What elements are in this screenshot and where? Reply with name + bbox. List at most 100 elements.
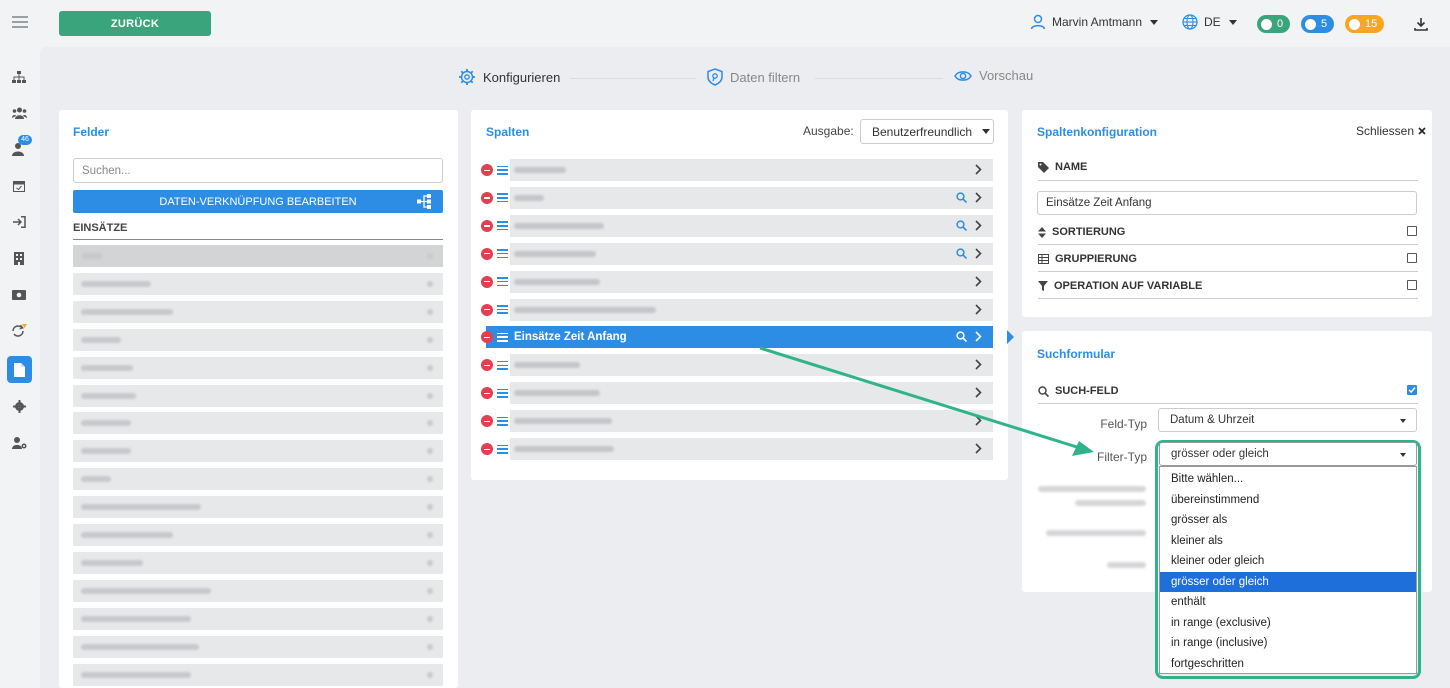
back-button[interactable]: ZURÜCK	[59, 11, 211, 36]
column-item[interactable]	[480, 270, 993, 293]
name-input[interactable]	[1037, 191, 1417, 215]
field-list-item[interactable]	[73, 272, 443, 295]
search-icon[interactable]	[956, 248, 968, 262]
filter-type-select[interactable]: grösser oder gleich	[1159, 442, 1417, 466]
group-checkbox[interactable]	[1407, 253, 1417, 263]
dropdown-option[interactable]: grösser als	[1160, 510, 1416, 530]
sitemap-icon[interactable]	[11, 69, 27, 85]
warnings-badge[interactable]: 15	[1345, 15, 1385, 33]
field-list-item[interactable]	[73, 384, 443, 407]
step-filter[interactable]: Daten filtern	[707, 68, 800, 86]
dropdown-option[interactable]: in range (inclusive)	[1160, 633, 1416, 653]
drag-handle-icon[interactable]	[497, 360, 508, 370]
dropdown-option[interactable]: kleiner als	[1160, 531, 1416, 551]
column-item-active[interactable]: Einsätze Zeit Anfang	[480, 326, 993, 348]
column-bar[interactable]	[510, 354, 993, 377]
search-icon[interactable]	[956, 331, 968, 345]
search-field-checkbox[interactable]	[1407, 385, 1417, 395]
chevron-right-icon[interactable]	[975, 415, 982, 429]
gear-icon[interactable]	[11, 398, 27, 414]
calendar-icon[interactable]	[11, 178, 27, 194]
field-list-item[interactable]	[73, 468, 443, 491]
drag-handle-icon[interactable]	[497, 305, 508, 314]
chevron-right-icon[interactable]	[975, 443, 982, 457]
building-icon[interactable]	[11, 250, 27, 266]
dropdown-option[interactable]: grösser oder gleich	[1160, 571, 1416, 592]
remove-icon[interactable]	[481, 164, 493, 176]
chevron-right-icon[interactable]	[975, 220, 982, 234]
drag-handle-icon[interactable]	[497, 165, 508, 175]
remove-icon[interactable]	[481, 415, 493, 428]
chevron-right-icon[interactable]	[975, 164, 982, 178]
column-bar[interactable]	[510, 159, 993, 181]
notifications-badge[interactable]: 5	[1301, 15, 1335, 33]
chevron-right-icon[interactable]	[975, 359, 982, 373]
step-configure[interactable]: Konfigurieren	[458, 68, 560, 86]
dropdown-option[interactable]: übereinstimmend	[1160, 490, 1416, 510]
remove-icon[interactable]	[481, 443, 493, 455]
column-bar[interactable]	[510, 382, 993, 405]
messages-badge[interactable]: 0	[1257, 15, 1291, 33]
column-item[interactable]	[480, 410, 993, 433]
remove-icon[interactable]	[481, 219, 493, 232]
column-item[interactable]	[480, 298, 993, 321]
column-item[interactable]	[480, 438, 993, 460]
column-item[interactable]	[480, 242, 993, 265]
close-button[interactable]: Schliessen	[1356, 124, 1426, 138]
operation-checkbox[interactable]	[1407, 280, 1417, 290]
column-bar[interactable]	[510, 438, 993, 460]
dropdown-option[interactable]: Bitte wählen...	[1160, 469, 1416, 489]
fields-search-input[interactable]	[73, 158, 443, 183]
chevron-right-icon[interactable]	[975, 276, 982, 290]
column-item[interactable]	[480, 186, 993, 209]
field-list-item[interactable]	[73, 412, 443, 435]
chevron-right-icon[interactable]	[975, 387, 982, 401]
drag-handle-icon[interactable]	[497, 249, 508, 259]
column-item[interactable]	[480, 354, 993, 377]
users-icon[interactable]	[11, 105, 27, 121]
user-settings-icon[interactable]	[11, 435, 27, 451]
remove-icon[interactable]	[481, 359, 493, 372]
field-list-item[interactable]	[73, 328, 443, 351]
sync-icon[interactable]	[11, 323, 27, 339]
column-item[interactable]	[480, 214, 993, 237]
column-bar[interactable]	[510, 214, 993, 237]
drag-handle-icon[interactable]	[497, 193, 508, 203]
field-list-item[interactable]	[73, 635, 443, 658]
output-select[interactable]: Benutzerfreundlich	[860, 119, 994, 144]
field-list-item[interactable]	[73, 663, 443, 686]
remove-icon[interactable]	[481, 275, 493, 288]
drag-handle-icon[interactable]	[497, 277, 508, 287]
field-list-item[interactable]	[73, 300, 443, 323]
drag-handle-icon[interactable]	[497, 416, 508, 426]
field-list-item[interactable]	[73, 607, 443, 630]
remove-icon[interactable]	[481, 331, 493, 343]
column-bar[interactable]	[510, 242, 993, 265]
dropdown-option[interactable]: kleiner oder gleich	[1160, 551, 1416, 571]
language-selector[interactable]: DE	[1182, 14, 1237, 30]
step-preview[interactable]: Vorschau	[954, 68, 1033, 83]
user-menu[interactable]: Marvin Amtmann	[1030, 14, 1159, 30]
search-icon[interactable]	[956, 192, 968, 206]
field-list-item[interactable]	[73, 496, 443, 519]
drag-handle-icon[interactable]	[497, 388, 508, 398]
sort-checkbox[interactable]	[1407, 226, 1417, 236]
chevron-right-icon[interactable]	[975, 331, 982, 345]
field-list-item[interactable]	[73, 524, 443, 546]
menu-icon[interactable]	[12, 16, 28, 30]
field-list-item[interactable]	[73, 440, 443, 463]
chevron-right-icon[interactable]	[975, 192, 982, 206]
money-icon[interactable]	[11, 287, 27, 303]
column-bar[interactable]	[510, 410, 993, 433]
remove-icon[interactable]	[481, 303, 493, 316]
remove-icon[interactable]	[481, 191, 493, 204]
column-bar[interactable]	[510, 270, 993, 293]
search-icon[interactable]	[956, 220, 968, 234]
field-list-item[interactable]	[73, 356, 443, 379]
chevron-right-icon[interactable]	[975, 248, 982, 262]
field-type-select[interactable]: Datum & Uhrzeit	[1158, 408, 1417, 432]
download-icon[interactable]	[1413, 16, 1429, 32]
drag-handle-icon[interactable]	[497, 332, 508, 342]
field-list-item[interactable]	[73, 245, 443, 267]
dropdown-option[interactable]: enthält	[1160, 592, 1416, 612]
